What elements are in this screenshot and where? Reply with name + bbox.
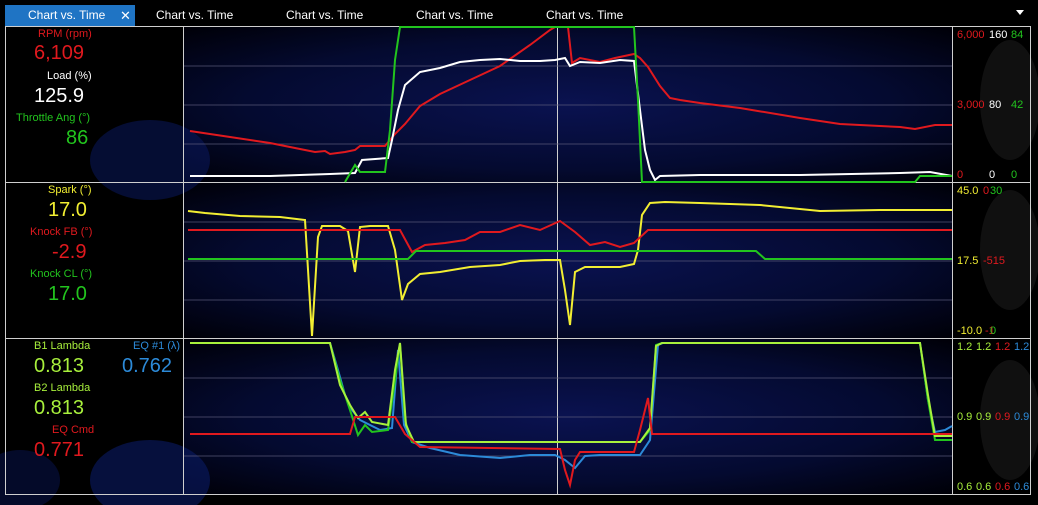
scale-top-b1: 1.2 — [957, 341, 973, 353]
scale-top-throttle: 84 — [1011, 29, 1024, 41]
load-value: 125.9 — [34, 85, 85, 107]
eq-cmd-label: EQ Cmd — [52, 424, 95, 436]
scale-top-load: 160 — [989, 29, 1008, 41]
scale-top-eq1: 1.2 — [1014, 341, 1030, 353]
scale-mid-throttle: 42 — [1011, 99, 1024, 111]
b1-lambda-label: B1 Lambda — [34, 340, 91, 352]
b2-lambda-value: 0.813 — [34, 397, 85, 419]
throttle-value: 86 — [66, 127, 89, 149]
rpm-label: RPM (rpm) — [38, 28, 92, 40]
chart-canvas — [0, 26, 1038, 505]
scale-mid-spark: 17.5 — [957, 255, 979, 267]
load-label: Load (%) — [47, 70, 92, 82]
scale-mid-b1: 0.9 — [957, 411, 973, 423]
eq-cmd-value: 0.771 — [34, 439, 85, 461]
scale-bot-rpm: 0 — [957, 169, 964, 181]
b2-lambda-label: B2 Lambda — [34, 382, 91, 394]
scale-top-knock-cl: 30 — [990, 185, 1003, 197]
eq1-value: 0.762 — [122, 355, 173, 377]
b1-lambda-value: 0.813 — [34, 355, 85, 377]
knock-fb-value: -2.9 — [52, 241, 87, 263]
scale-mid-eq1: 0.9 — [1014, 411, 1030, 423]
scale-mid-knock-fb: -515 — [983, 255, 1006, 267]
rpm-value: 6,109 — [34, 42, 85, 64]
scale-bot-knock-cl: 0 — [990, 325, 997, 337]
scale-mid-rpm: 3,000 — [957, 99, 985, 111]
scale-top-knock-fb: 0 — [983, 185, 990, 197]
scale-top-spark: 45.0 — [957, 185, 979, 197]
scale-mid-eqcmd: 0.9 — [995, 411, 1011, 423]
scale-bot-eqcmd: 0.6 — [995, 481, 1011, 493]
knock-cl-value: 17.0 — [48, 283, 87, 305]
throttle-label: Throttle Ang (°) — [16, 112, 91, 124]
scale-bot-b2: 0.6 — [976, 481, 992, 493]
spark-label: Spark (°) — [48, 184, 92, 196]
scale-top-eqcmd: 1.2 — [995, 341, 1011, 353]
scale-bot-load: 0 — [989, 169, 996, 181]
knock-fb-label: Knock FB (°) — [30, 226, 93, 238]
spark-value: 17.0 — [48, 199, 87, 221]
scale-mid-b2: 0.9 — [976, 411, 992, 423]
eq1-label: EQ #1 (λ) — [133, 340, 181, 352]
scale-top-rpm: 6,000 — [957, 29, 985, 41]
scale-bot-b1: 0.6 — [957, 481, 973, 493]
scale-top-b2: 1.2 — [976, 341, 992, 353]
scale-bot-spark: -10.0 — [957, 325, 983, 337]
scale-bot-eq1: 0.6 — [1014, 481, 1030, 493]
scale-bot-throttle: 0 — [1011, 169, 1018, 181]
scale-mid-load: 80 — [989, 99, 1002, 111]
knock-cl-label: Knock CL (°) — [30, 268, 93, 280]
